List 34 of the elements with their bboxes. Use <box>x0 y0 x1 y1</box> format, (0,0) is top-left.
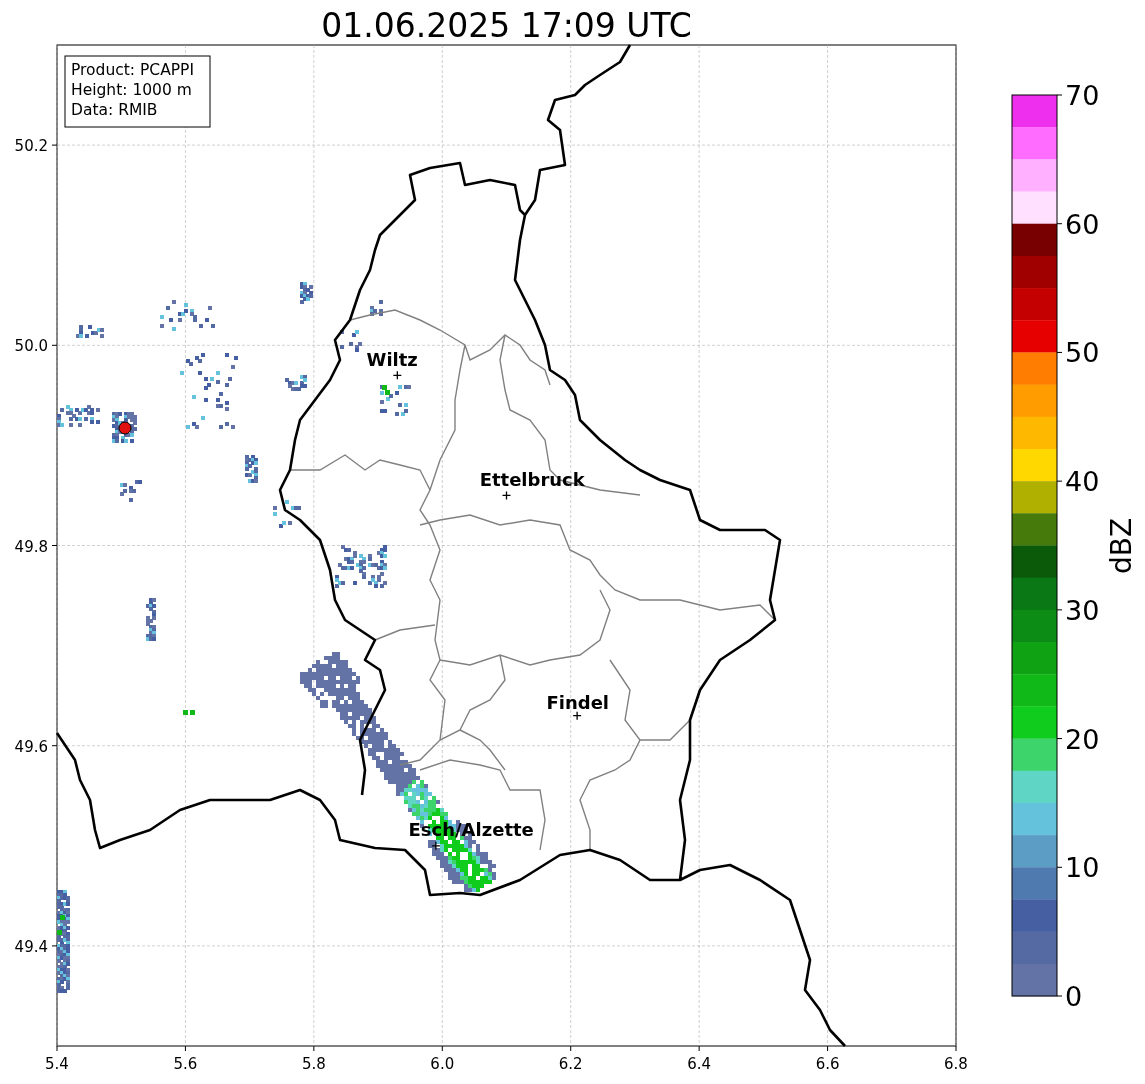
colorbar-tick-label: 40 <box>1065 466 1100 498</box>
x-tick-label: 6.0 <box>430 1055 455 1073</box>
info-text: Height: 1000 m <box>71 81 192 99</box>
x-tick-label: 6.4 <box>687 1055 712 1073</box>
city-label: Findel <box>546 691 610 713</box>
y-tick-label: 50.2 <box>14 137 48 156</box>
city-label: Ettelbruck <box>479 469 585 491</box>
info-text: Data: RMIB <box>71 101 158 119</box>
colorbar-tick-label: 20 <box>1065 723 1100 755</box>
colorbar-tick-label: 10 <box>1065 852 1100 884</box>
info-text: Product: PCAPPI <box>71 61 195 79</box>
colorbar-tick-label: 0 <box>1065 981 1083 1012</box>
colorbar-tick-label: 70 <box>1065 80 1100 111</box>
colorbar-tick-label: 60 <box>1065 208 1100 240</box>
colorbar-tick-label: 50 <box>1065 337 1100 369</box>
city-marker <box>572 711 582 721</box>
y-tick-label: 49.8 <box>14 537 48 556</box>
city-label: Wiltz <box>366 349 418 371</box>
x-tick-label: 5.6 <box>173 1055 198 1073</box>
city-marker <box>392 370 402 380</box>
colorbar-label: dBZ <box>1105 517 1138 575</box>
x-tick-label: 6.8 <box>944 1055 968 1073</box>
y-tick-label: 49.6 <box>14 737 48 756</box>
x-tick-label: 5.4 <box>45 1055 69 1073</box>
city-marker <box>431 841 441 851</box>
y-tick-label: 50.0 <box>14 337 48 356</box>
y-tick-label: 49.4 <box>14 937 48 956</box>
x-tick-label: 6.6 <box>815 1055 840 1073</box>
radar-site-marker <box>118 421 132 435</box>
x-tick-label: 6.2 <box>558 1055 583 1073</box>
chart-title: 01.06.2025 17:09 UTC <box>321 6 692 45</box>
x-tick-label: 5.8 <box>301 1055 326 1073</box>
city-marker <box>501 490 512 501</box>
colorbar-tick-label: 30 <box>1065 594 1100 626</box>
